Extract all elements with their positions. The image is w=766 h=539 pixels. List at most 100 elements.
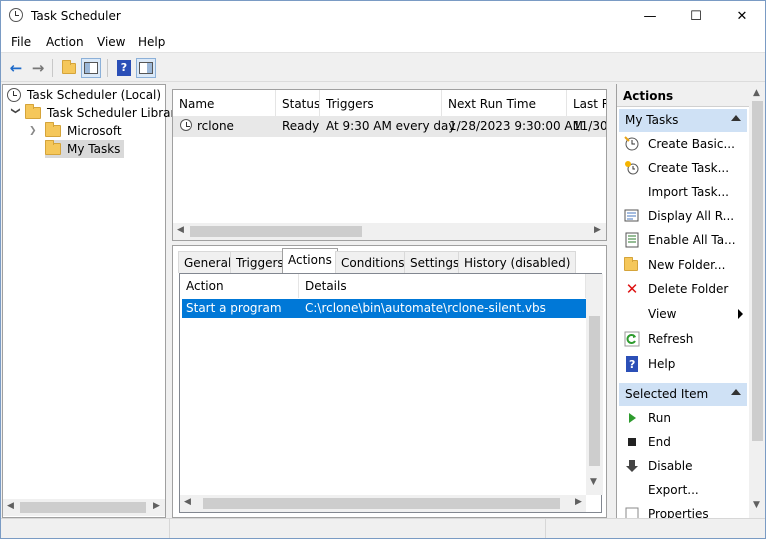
scrollbar-thumb[interactable] xyxy=(20,502,146,513)
tree-item-microsoft[interactable]: ❯ Microsoft xyxy=(29,122,122,140)
tab-triggers[interactable]: Triggers xyxy=(230,251,290,273)
task-clock-icon xyxy=(180,119,192,134)
action-run[interactable]: Run xyxy=(619,407,747,429)
task-triggers: At 9:30 AM every day xyxy=(326,119,456,133)
action-refresh[interactable]: Refresh xyxy=(619,328,747,350)
section-header-my-tasks[interactable]: My Tasks xyxy=(619,109,747,132)
column-header-triggers[interactable]: Triggers xyxy=(320,90,442,116)
scroll-right-icon[interactable]: ▶ xyxy=(153,501,160,511)
tree-horizontal-scrollbar[interactable]: ◀ ▶ xyxy=(3,499,165,516)
scrollbar-thumb[interactable] xyxy=(589,316,600,466)
forward-arrow-icon[interactable]: → xyxy=(28,58,48,78)
chevron-right-icon[interactable]: ❯ xyxy=(29,126,41,136)
console-tree: Task Scheduler (Local) ❯ Task Scheduler … xyxy=(2,84,183,518)
action-new-folder[interactable]: New Folder... xyxy=(619,254,747,276)
column-header-status[interactable]: Status xyxy=(276,90,320,116)
actions-pane-vertical-scrollbar[interactable]: ▲ ▼ xyxy=(749,84,765,518)
actions-table: Action Details Start a program C:\rclone… xyxy=(179,273,603,513)
action-end[interactable]: End xyxy=(619,431,747,453)
column-header-details[interactable]: Details xyxy=(299,274,586,298)
action-export[interactable]: Export... xyxy=(619,479,747,501)
tab-actions[interactable]: Actions xyxy=(282,248,338,274)
action-properties[interactable]: Properties xyxy=(619,503,747,518)
toolbar-separator xyxy=(52,59,53,77)
menu-action[interactable]: Action xyxy=(46,35,84,49)
help-book-icon: ? xyxy=(624,356,640,372)
maximize-button[interactable]: ☐ xyxy=(673,1,719,31)
scroll-left-icon[interactable]: ◀ xyxy=(7,501,14,511)
tree-item-library[interactable]: ❯ Task Scheduler Library xyxy=(9,104,183,122)
column-header-last-run[interactable]: Last Ru xyxy=(567,90,606,116)
action-label: New Folder... xyxy=(648,258,726,272)
task-name: rclone xyxy=(197,119,234,133)
tree-item-root[interactable]: Task Scheduler (Local) xyxy=(7,86,161,104)
task-list-horizontal-scrollbar[interactable]: ◀ ▶ xyxy=(173,223,606,240)
folder-icon xyxy=(45,122,61,137)
action-label: Display All R... xyxy=(648,209,735,223)
refresh-icon xyxy=(624,331,640,347)
action-delete-folder[interactable]: ✕ Delete Folder xyxy=(619,278,747,300)
close-button[interactable]: ✕ xyxy=(719,1,765,31)
action-enable-all-history[interactable]: Enable All Ta... xyxy=(619,229,747,251)
tree-item-mytasks[interactable]: My Tasks xyxy=(45,140,125,158)
scrollbar-thumb[interactable] xyxy=(752,101,763,441)
show-hide-action-pane-icon[interactable] xyxy=(136,58,156,78)
task-next-run: 1/28/2023 9:30:00 AM xyxy=(449,119,583,133)
action-create-basic-task[interactable]: Create Basic... xyxy=(619,133,747,155)
scroll-right-icon[interactable]: ▶ xyxy=(575,497,582,507)
task-list: Name Status Triggers Next Run Time Last … xyxy=(172,89,607,241)
new-folder-icon xyxy=(624,257,640,273)
scroll-right-icon[interactable]: ▶ xyxy=(594,225,601,235)
section-header-selected-item[interactable]: Selected Item xyxy=(619,383,747,406)
menu-file[interactable]: File xyxy=(11,35,31,49)
actions-vertical-scrollbar[interactable]: ▼ xyxy=(586,274,603,495)
action-view[interactable]: View xyxy=(619,303,747,325)
show-hide-console-tree-icon[interactable] xyxy=(81,58,101,78)
display-running-icon xyxy=(624,208,640,224)
up-folder-icon[interactable] xyxy=(59,58,79,78)
scroll-up-icon[interactable]: ▲ xyxy=(753,88,760,98)
menu-view[interactable]: View xyxy=(97,35,125,49)
scrollbar-thumb[interactable] xyxy=(190,226,362,237)
task-status: Ready xyxy=(282,119,320,133)
tab-general[interactable]: General xyxy=(178,251,238,273)
help-icon[interactable]: ? xyxy=(114,58,134,78)
chevron-down-icon[interactable]: ❯ xyxy=(10,107,20,119)
action-details: C:\rclone\bin\automate\rclone-silent.vbs xyxy=(305,301,546,315)
action-create-task[interactable]: Create Task... xyxy=(619,157,747,179)
column-header-action[interactable]: Action xyxy=(180,274,299,298)
back-arrow-icon[interactable]: ← xyxy=(6,58,26,78)
menu-help[interactable]: Help xyxy=(138,35,165,49)
table-row[interactable]: Start a program C:\rclone\bin\automate\r… xyxy=(182,299,586,318)
scroll-down-icon[interactable]: ▼ xyxy=(753,500,760,510)
action-display-all-running[interactable]: Display All R... xyxy=(619,205,747,227)
scroll-left-icon[interactable]: ◀ xyxy=(177,225,184,235)
toolbar: ← → ? xyxy=(1,54,765,82)
scroll-down-icon[interactable]: ▼ xyxy=(590,477,597,487)
scrollbar-thumb[interactable] xyxy=(203,498,560,509)
column-header-name[interactable]: Name xyxy=(173,90,276,116)
table-row[interactable]: rclone Ready At 9:30 AM every day 1/28/2… xyxy=(173,116,606,137)
actions-horizontal-scrollbar[interactable]: ◀ ▶ xyxy=(180,495,586,512)
minimize-button[interactable]: — xyxy=(627,1,673,31)
actions-pane: Actions My Tasks Create Basic... Create … xyxy=(616,84,765,518)
tree-microsoft-label: Microsoft xyxy=(67,124,122,138)
tab-conditions[interactable]: Conditions xyxy=(335,251,411,273)
status-bar xyxy=(1,518,765,538)
action-help[interactable]: ? Help xyxy=(619,353,747,375)
view-blank-icon xyxy=(624,306,640,322)
tab-settings[interactable]: Settings xyxy=(404,251,466,273)
collapse-up-icon[interactable] xyxy=(731,389,741,395)
scroll-left-icon[interactable]: ◀ xyxy=(184,497,191,507)
tree-library-label: Task Scheduler Library xyxy=(47,106,183,120)
tab-history[interactable]: History (disabled) xyxy=(458,251,577,273)
window-title: Task Scheduler xyxy=(31,9,121,23)
action-disable[interactable]: Disable xyxy=(619,455,747,477)
action-import-task[interactable]: Import Task... xyxy=(619,181,747,203)
column-header-next-run[interactable]: Next Run Time xyxy=(442,90,567,116)
action-label: Disable xyxy=(648,459,693,473)
folder-icon xyxy=(45,140,61,155)
export-blank-icon xyxy=(624,482,640,498)
collapse-up-icon[interactable] xyxy=(731,115,741,121)
action-label: End xyxy=(648,435,671,449)
